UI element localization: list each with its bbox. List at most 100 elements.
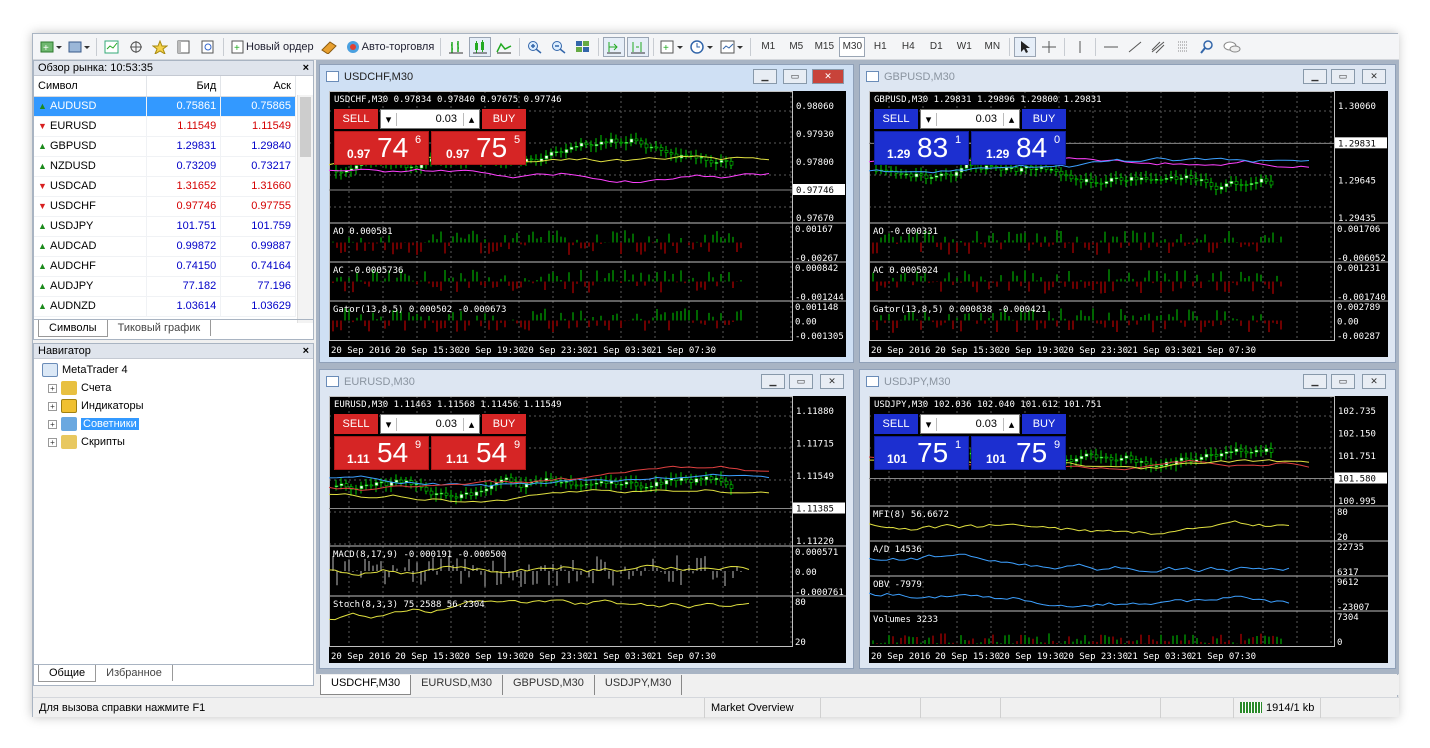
lot-decrease-icon[interactable]: ▾ — [381, 417, 397, 431]
table-row[interactable]: ▲ USDJPY 101.751 101.759 — [34, 216, 296, 237]
buy-price[interactable]: 1.29 84 0 — [971, 131, 1066, 165]
auto-scroll-icon[interactable] — [603, 36, 626, 57]
buy-button[interactable]: BUY — [482, 414, 526, 434]
table-row[interactable]: ▲ AUDCAD 0.99872 0.99887 — [34, 236, 296, 257]
price-chart[interactable]: USDJPY,M30 102.036 102.040 101.612 101.7… — [869, 396, 1388, 663]
tree-item-accounts[interactable]: + Счета — [42, 379, 313, 397]
zoom-out-icon[interactable] — [548, 37, 570, 57]
tab-tick-chart[interactable]: Тиковый график — [108, 320, 212, 336]
timeframe-w1[interactable]: W1 — [951, 37, 977, 57]
sell-button[interactable]: SELL — [874, 109, 918, 129]
tab-general[interactable]: Общие — [38, 665, 97, 682]
buy-button[interactable]: BUY — [1022, 414, 1066, 434]
new-chart-icon[interactable]: + — [38, 37, 64, 57]
timeframe-mn[interactable]: MN — [979, 37, 1005, 57]
tree-root[interactable]: MetaTrader 4 — [42, 361, 313, 379]
sell-price[interactable]: 1.29 83 1 — [874, 131, 969, 165]
market-watch-scrollbar[interactable] — [297, 95, 313, 323]
chart-shift-icon[interactable] — [627, 36, 650, 57]
shapes-icon[interactable] — [1220, 37, 1244, 57]
tab-favorites[interactable]: Избранное — [96, 665, 173, 681]
timeframe-h4[interactable]: H4 — [895, 37, 921, 57]
maximize-button[interactable]: ▭ — [789, 374, 813, 389]
lot-size-input[interactable]: ▾ 0.03 ▴ — [380, 414, 480, 434]
close-button[interactable]: ✕ — [1362, 69, 1386, 84]
close-icon[interactable]: × — [303, 344, 313, 358]
timeframe-d1[interactable]: D1 — [923, 37, 949, 57]
price-chart[interactable]: GBPUSD,M30 1.29831 1.29896 1.29800 1.298… — [869, 91, 1388, 357]
chart-tab-usdjpy[interactable]: USDJPY,M30 — [595, 675, 683, 695]
timeframe-m5[interactable]: M5 — [783, 37, 809, 57]
timeframe-h1[interactable]: H1 — [867, 37, 893, 57]
profiles-icon[interactable] — [66, 37, 92, 57]
vertical-line-icon[interactable] — [1069, 37, 1091, 57]
price-chart[interactable]: USDCHF,M30 0.97834 0.97840 0.97675 0.977… — [329, 91, 846, 357]
minimize-button[interactable]: ▁ — [1303, 374, 1327, 389]
table-row[interactable]: ▲ AUDNZD 1.03614 1.03629 — [34, 296, 296, 317]
table-row[interactable]: ▲ AUDJPY 77.182 77.196 — [34, 276, 296, 297]
chart-window[interactable]: GBPUSD,M30 ▁ ▭ ✕ GBPUSD,M30 1.29831 1.29… — [859, 64, 1396, 363]
candlestick-icon[interactable] — [469, 36, 492, 57]
horizontal-line-icon[interactable] — [1100, 37, 1122, 57]
buy-button[interactable]: BUY — [482, 109, 526, 129]
chart-tab-eurusd[interactable]: EURUSD,M30 — [411, 675, 503, 695]
price-chart[interactable]: EURUSD,M30 1.11463 1.11568 1.11456 1.115… — [329, 396, 846, 663]
timeframe-m30[interactable]: M30 — [839, 36, 866, 57]
minimize-button[interactable]: ▁ — [1303, 69, 1327, 84]
sell-button[interactable]: SELL — [334, 109, 378, 129]
col-ask[interactable]: Аск — [220, 76, 296, 97]
close-icon[interactable]: × — [303, 61, 313, 75]
bar-chart-icon[interactable] — [445, 37, 467, 57]
sell-button[interactable]: SELL — [874, 414, 918, 434]
lot-decrease-icon[interactable]: ▾ — [921, 112, 937, 126]
close-button[interactable]: ✕ — [820, 374, 844, 389]
table-row[interactable]: ▲ NZDUSD 0.73209 0.73217 — [34, 156, 296, 177]
chart-tab-gbpusd[interactable]: GBPUSD,M30 — [503, 675, 595, 695]
buy-price[interactable]: 1.11 54 9 — [431, 436, 526, 470]
chart-window[interactable]: USDCHF,M30 ▁ ▭ ✕ USDCHF,M30 0.97834 0.97… — [319, 64, 854, 363]
lot-increase-icon[interactable]: ▴ — [1003, 417, 1019, 431]
timeframe-m15[interactable]: M15 — [811, 37, 837, 57]
buy-price[interactable]: 101 75 9 — [971, 436, 1066, 470]
tree-item-scripts[interactable]: + Скрипты — [42, 433, 313, 451]
table-row[interactable]: ▲ AUDUSD 0.75861 0.75865 — [34, 96, 296, 117]
chart-tab-usdchf[interactable]: USDCHF,M30 — [320, 675, 412, 695]
tile-windows-icon[interactable] — [572, 37, 594, 57]
lot-increase-icon[interactable]: ▴ — [1003, 112, 1019, 126]
maximize-button[interactable]: ▭ — [783, 69, 807, 84]
sell-price[interactable]: 101 75 1 — [874, 436, 969, 470]
lot-size-input[interactable]: ▾ 0.03 ▴ — [380, 109, 480, 129]
terminal-icon[interactable] — [173, 37, 195, 57]
table-row[interactable]: ▲ GBPUSD 1.29831 1.29840 — [34, 136, 296, 157]
buy-price[interactable]: 0.97 75 5 — [431, 131, 526, 165]
sell-price[interactable]: 0.97 74 6 — [334, 131, 429, 165]
minimize-button[interactable]: ▁ — [753, 69, 777, 84]
lot-decrease-icon[interactable]: ▾ — [921, 417, 937, 431]
table-row[interactable]: ▼ USDCAD 1.31652 1.31660 — [34, 176, 296, 197]
chart-window[interactable]: EURUSD,M30 ▁ ▭ ✕ EURUSD,M30 1.11463 1.11… — [319, 369, 854, 669]
timeframe-m1[interactable]: M1 — [755, 37, 781, 57]
new-order-button[interactable]: + Новый ордер — [228, 37, 316, 57]
buy-button[interactable]: BUY — [1022, 109, 1066, 129]
strategy-tester-icon[interactable] — [197, 37, 219, 57]
lot-size-input[interactable]: ▾ 0.03 ▴ — [920, 414, 1020, 434]
tree-item-indicators[interactable]: + Индикаторы — [42, 397, 313, 415]
tree-item-experts[interactable]: + Советники — [42, 415, 313, 433]
sell-button[interactable]: SELL — [334, 414, 378, 434]
equidistant-channel-icon[interactable] — [1148, 37, 1170, 57]
line-chart-icon[interactable] — [493, 37, 515, 57]
templates-icon[interactable] — [718, 37, 746, 57]
market-watch-icon[interactable] — [101, 37, 123, 57]
lot-increase-icon[interactable]: ▴ — [463, 417, 479, 431]
col-bid[interactable]: Бид — [146, 76, 222, 97]
cursor-icon[interactable] — [1014, 36, 1037, 57]
zoom-in-icon[interactable] — [524, 37, 546, 57]
minimize-button[interactable]: ▁ — [761, 374, 785, 389]
periods-icon[interactable] — [688, 37, 716, 57]
table-row[interactable]: ▼ USDCHF 0.97746 0.97755 — [34, 196, 296, 217]
metaeditor-icon[interactable] — [318, 37, 340, 57]
auto-trading-button[interactable]: Авто-торговля — [342, 37, 437, 57]
lot-decrease-icon[interactable]: ▾ — [381, 112, 397, 126]
crosshair-icon[interactable] — [1038, 37, 1060, 57]
close-button[interactable]: ✕ — [812, 69, 844, 84]
